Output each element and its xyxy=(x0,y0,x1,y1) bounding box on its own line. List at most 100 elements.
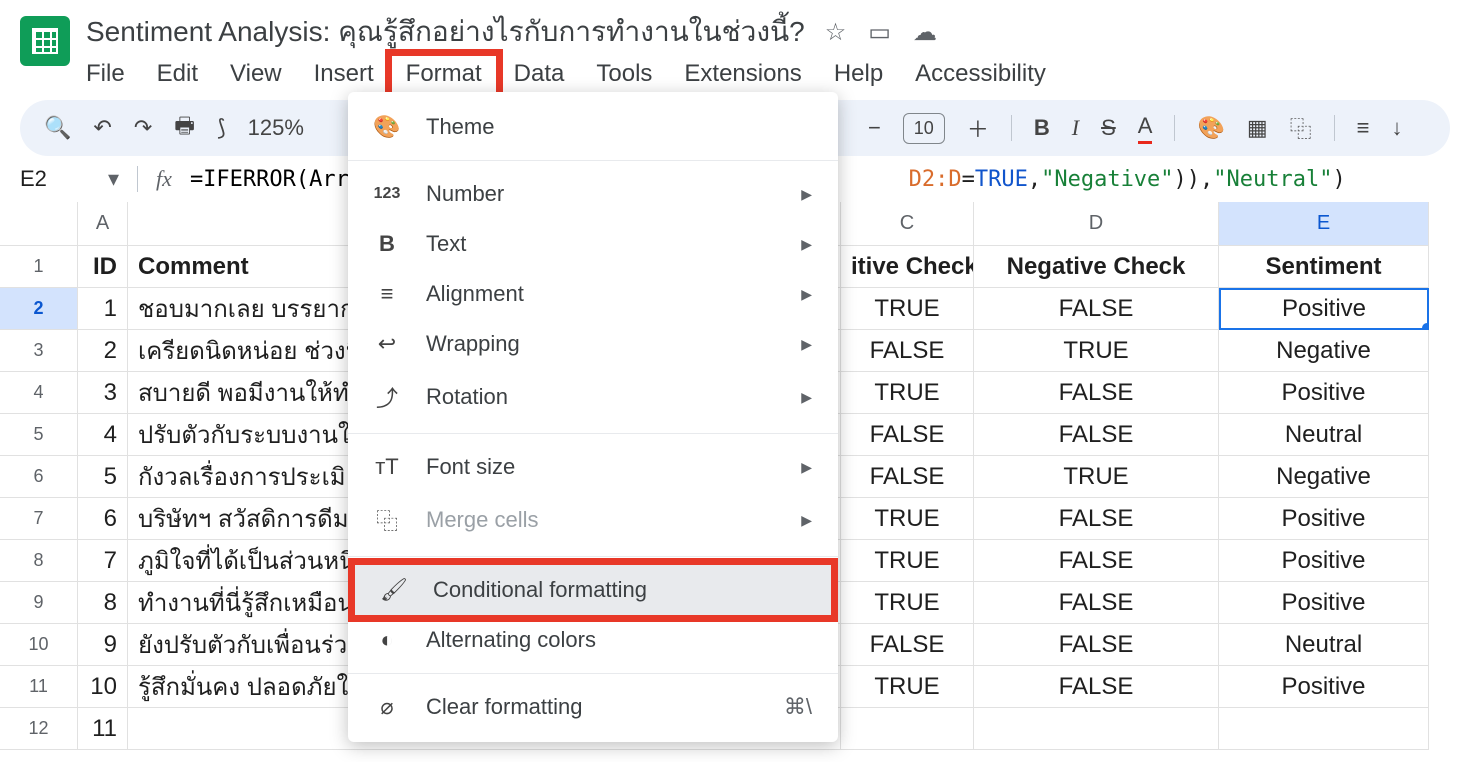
cell[interactable] xyxy=(974,708,1219,750)
italic-icon[interactable]: I xyxy=(1072,115,1079,141)
cell[interactable]: FALSE xyxy=(974,582,1219,624)
cell[interactable]: 10 xyxy=(78,666,128,708)
cell[interactable]: Neutral xyxy=(1219,624,1429,666)
cell[interactable]: TRUE xyxy=(841,288,974,330)
menu-item-rotation[interactable]: ⤴ Rotation▶ xyxy=(348,369,838,425)
cell[interactable]: Positive xyxy=(1219,582,1429,624)
vertical-align-icon[interactable]: ↓ xyxy=(1392,115,1403,141)
cell[interactable]: FALSE xyxy=(974,414,1219,456)
cell[interactable]: FALSE xyxy=(974,372,1219,414)
cell[interactable]: Neutral xyxy=(1219,414,1429,456)
menu-item-alignment[interactable]: ≡ Alignment▶ xyxy=(348,269,838,319)
cell[interactable]: FALSE xyxy=(974,498,1219,540)
bold-icon[interactable]: B xyxy=(1034,115,1050,141)
row-header[interactable]: 8 xyxy=(0,540,78,582)
menu-item-font-size[interactable]: тT Font size▶ xyxy=(348,442,838,492)
cell[interactable]: FALSE xyxy=(974,624,1219,666)
cell[interactable]: FALSE xyxy=(841,414,974,456)
cell[interactable]: FALSE xyxy=(841,456,974,498)
row-header[interactable]: 6 xyxy=(0,456,78,498)
zoom-level[interactable]: 125% xyxy=(248,115,304,141)
font-size-increase-icon[interactable]: ＋ xyxy=(967,112,989,144)
cell[interactable]: 11 xyxy=(78,708,128,750)
sheets-logo[interactable] xyxy=(20,16,70,66)
cell[interactable]: FALSE xyxy=(974,288,1219,330)
font-size-input[interactable]: 10 xyxy=(903,113,945,144)
cell[interactable]: 4 xyxy=(78,414,128,456)
cell[interactable]: FALSE xyxy=(841,330,974,372)
menu-item-theme[interactable]: 🎨 Theme xyxy=(348,102,838,152)
row-header[interactable]: 1 xyxy=(0,246,78,288)
cell[interactable]: 3 xyxy=(78,372,128,414)
menu-item-alternating-colors[interactable]: ◐ Alternating colors xyxy=(348,615,838,665)
cell[interactable]: itive Check xyxy=(841,246,974,288)
cell[interactable]: 1 xyxy=(78,288,128,330)
selected-cell[interactable]: Positive xyxy=(1219,288,1429,330)
menu-tools[interactable]: Tools xyxy=(596,60,652,88)
name-box-dropdown-icon[interactable]: ▾ xyxy=(108,166,119,192)
row-header[interactable]: 3 xyxy=(0,330,78,372)
cell[interactable]: TRUE xyxy=(841,372,974,414)
move-folder-icon[interactable]: ▭ xyxy=(868,18,891,47)
menu-item-text[interactable]: B Text▶ xyxy=(348,219,838,269)
undo-icon[interactable]: ↶ xyxy=(93,115,111,141)
menu-help[interactable]: Help xyxy=(834,60,883,88)
row-header[interactable]: 5 xyxy=(0,414,78,456)
row-header[interactable]: 12 xyxy=(0,708,78,750)
cell[interactable]: 2 xyxy=(78,330,128,372)
col-header-D[interactable]: D xyxy=(974,202,1219,246)
menu-view[interactable]: View xyxy=(230,60,282,88)
borders-icon[interactable]: ▦ xyxy=(1247,115,1268,141)
cell[interactable]: TRUE xyxy=(841,582,974,624)
row-header[interactable]: 10 xyxy=(0,624,78,666)
row-header[interactable]: 2 xyxy=(0,288,78,330)
cell[interactable]: Positive xyxy=(1219,666,1429,708)
cell[interactable]: ID xyxy=(78,246,128,288)
name-box[interactable]: E2 xyxy=(20,166,90,192)
cell[interactable]: 7 xyxy=(78,540,128,582)
row-header[interactable]: 9 xyxy=(0,582,78,624)
font-size-decrease-icon[interactable]: − xyxy=(868,115,881,141)
menu-data[interactable]: Data xyxy=(514,60,565,88)
cell[interactable]: Negative Check xyxy=(974,246,1219,288)
cell[interactable]: Positive xyxy=(1219,372,1429,414)
cell[interactable]: TRUE xyxy=(974,330,1219,372)
merge-icon[interactable]: ⿻ xyxy=(1290,112,1312,144)
star-icon[interactable]: ☆ xyxy=(825,18,847,47)
cell[interactable]: Negative xyxy=(1219,456,1429,498)
cell[interactable]: Sentiment xyxy=(1219,246,1429,288)
row-header[interactable]: 4 xyxy=(0,372,78,414)
search-icon[interactable]: 🔍 xyxy=(44,115,71,141)
col-header-E[interactable]: E xyxy=(1219,202,1429,246)
cell[interactable]: FALSE xyxy=(974,666,1219,708)
cell[interactable]: 6 xyxy=(78,498,128,540)
cell[interactable] xyxy=(1219,708,1429,750)
cell[interactable]: FALSE xyxy=(974,540,1219,582)
menu-accessibility[interactable]: Accessibility xyxy=(915,60,1046,88)
print-icon[interactable]: 🖶 xyxy=(174,109,195,147)
cell[interactable]: TRUE xyxy=(841,540,974,582)
redo-icon[interactable]: ↷ xyxy=(134,115,152,141)
menu-item-clear-formatting[interactable]: ⌀ Clear formatting ⌘\ xyxy=(348,682,838,732)
strikethrough-icon[interactable]: S xyxy=(1101,115,1116,141)
document-title[interactable]: Sentiment Analysis: คุณรู้สึกอย่างไรกับก… xyxy=(86,10,805,54)
cell[interactable]: Positive xyxy=(1219,540,1429,582)
row-header[interactable]: 7 xyxy=(0,498,78,540)
cell[interactable]: TRUE xyxy=(841,498,974,540)
horizontal-align-icon[interactable]: ≡ xyxy=(1357,115,1370,141)
cell[interactable] xyxy=(841,708,974,750)
menu-item-number[interactable]: 123 Number▶ xyxy=(348,169,838,219)
cell[interactable]: 5 xyxy=(78,456,128,498)
cell[interactable]: Positive xyxy=(1219,498,1429,540)
fill-color-icon[interactable]: 🎨 xyxy=(1197,115,1224,141)
menu-item-wrapping[interactable]: ↩ Wrapping▶ xyxy=(348,319,838,369)
cell[interactable]: Negative xyxy=(1219,330,1429,372)
menu-insert[interactable]: Insert xyxy=(314,60,374,88)
menu-file[interactable]: File xyxy=(86,60,125,88)
col-header-A[interactable]: A xyxy=(78,202,128,246)
text-color-icon[interactable]: A xyxy=(1138,113,1153,144)
menu-extensions[interactable]: Extensions xyxy=(684,60,801,88)
paint-format-icon[interactable]: ⟆ xyxy=(217,115,226,141)
menu-edit[interactable]: Edit xyxy=(157,60,198,88)
col-header-C[interactable]: C xyxy=(841,202,974,246)
